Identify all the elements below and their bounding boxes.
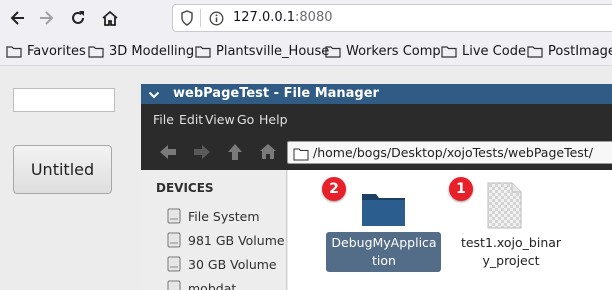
untitled-button[interactable]: Untitled bbox=[13, 145, 112, 194]
back-arrow-icon[interactable] bbox=[159, 144, 177, 164]
bookmark-plantsville-house[interactable]: Plantsville_House bbox=[195, 43, 329, 59]
url-separator bbox=[200, 9, 201, 27]
folder-icon bbox=[325, 45, 341, 58]
folder-icon bbox=[88, 45, 104, 58]
file-list-pane: 2 DebugMyApplica tion 1 test1.xojo_binar y… bbox=[288, 170, 612, 290]
annotation-badge: 1 bbox=[449, 177, 473, 201]
menu-edit[interactable]: Edit bbox=[179, 112, 203, 127]
folder-icon bbox=[527, 45, 543, 58]
url-text: 127.0.0.1:8080 bbox=[233, 10, 333, 25]
info-icon[interactable] bbox=[209, 11, 224, 30]
url-bar[interactable]: 127.0.0.1:8080 bbox=[172, 4, 612, 32]
sidebar-item-mobdat[interactable]: mobdat bbox=[167, 280, 236, 290]
drive-icon bbox=[167, 256, 181, 272]
bookmark-favorites[interactable]: Favorites bbox=[6, 43, 86, 59]
folder-icon bbox=[441, 45, 457, 58]
drive-icon bbox=[167, 208, 181, 224]
sidebar-item-file-system[interactable]: File System bbox=[167, 208, 260, 224]
bookmark-3d-modelling[interactable]: 3D Modelling bbox=[88, 43, 194, 59]
up-arrow-icon[interactable] bbox=[227, 143, 243, 165]
sidebar-item-30gb-volume[interactable]: 30 GB Volume bbox=[167, 256, 277, 272]
path-field[interactable]: /home/bogs/Desktop/xojoTests/webPageTest… bbox=[287, 141, 612, 164]
file-item-label: DebugMyApplica tion bbox=[331, 235, 437, 268]
home-icon[interactable] bbox=[98, 6, 122, 30]
menu-file[interactable]: File bbox=[153, 112, 174, 127]
home-folder-icon[interactable] bbox=[259, 143, 277, 164]
drive-icon bbox=[167, 280, 181, 290]
file-manager-titlebar[interactable]: webPageTest - File Manager bbox=[141, 84, 612, 104]
browser-toolbar: 127.0.0.1:8080 bbox=[0, 0, 612, 36]
folder-icon bbox=[6, 45, 22, 58]
file-item-label[interactable]: test1.xojo_binar y_project bbox=[446, 234, 576, 270]
bookmark-live-code[interactable]: Live Code bbox=[441, 43, 526, 59]
drive-icon bbox=[167, 232, 181, 248]
devices-header: DEVICES bbox=[156, 181, 214, 195]
devices-sidebar: DEVICES File System 981 GB Volume 30 GB … bbox=[141, 170, 287, 290]
back-icon[interactable] bbox=[6, 6, 30, 30]
forward-arrow-icon[interactable] bbox=[193, 144, 211, 164]
bookmark-postimage[interactable]: PostImage bbox=[527, 43, 612, 59]
folder-icon bbox=[293, 146, 309, 165]
file-manager-toolbar: /home/bogs/Desktop/xojoTests/webPageTest… bbox=[141, 134, 612, 170]
menu-go[interactable]: Go bbox=[237, 112, 254, 127]
annotation-badge: 2 bbox=[322, 177, 346, 201]
menu-view[interactable]: View bbox=[205, 112, 235, 127]
bookmark-workers-comp[interactable]: Workers Comp bbox=[325, 43, 441, 59]
window-title: webPageTest - File Manager bbox=[173, 86, 379, 101]
text-field[interactable] bbox=[13, 88, 115, 112]
reload-icon[interactable] bbox=[66, 6, 90, 30]
menu-help[interactable]: Help bbox=[259, 112, 288, 127]
forward-icon[interactable] bbox=[34, 6, 58, 30]
sidebar-item-981gb-volume[interactable]: 981 GB Volume bbox=[167, 232, 285, 248]
folder-icon[interactable] bbox=[360, 189, 407, 232]
shield-icon[interactable] bbox=[180, 10, 194, 30]
folder-icon bbox=[195, 45, 211, 58]
file-icon[interactable] bbox=[486, 181, 523, 234]
file-manager-menubar: File Edit View Go Help bbox=[141, 104, 612, 134]
path-text: /home/bogs/Desktop/xojoTests/webPageTest… bbox=[313, 145, 593, 160]
bookmarks-bar: Favorites 3D Modelling Plantsville_House… bbox=[0, 36, 612, 66]
